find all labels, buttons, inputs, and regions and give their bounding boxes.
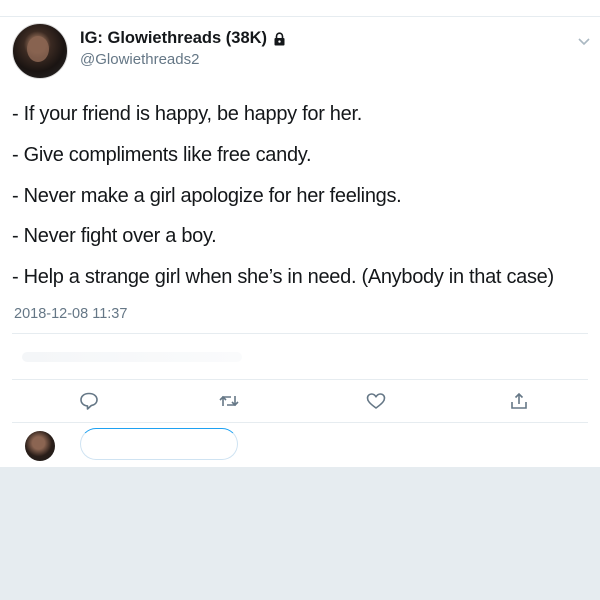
action-bar	[0, 379, 600, 422]
tweet-timestamp[interactable]: 2018-12-08 11:37	[14, 306, 127, 322]
author-display-name[interactable]: IG: Glowiethreads (38K)	[80, 29, 267, 48]
share-icon[interactable]	[508, 391, 530, 411]
author-name-row: IG: Glowiethreads (38K)	[80, 29, 286, 48]
tweet-text: - If your friend is happy, be happy for …	[12, 101, 592, 305]
like-icon[interactable]	[365, 391, 387, 411]
page-background	[0, 467, 600, 600]
reply-composer	[0, 423, 600, 467]
author-avatar[interactable]	[12, 23, 68, 79]
reply-input[interactable]	[80, 428, 238, 460]
author-handle[interactable]: @Glowiethreads2	[80, 51, 199, 68]
tweet-line: - Give compliments like free candy.	[12, 143, 312, 166]
user-avatar	[25, 431, 55, 461]
tweet-card: IG: Glowiethreads (38K) @Glowiethreads2 …	[0, 17, 600, 467]
reply-icon[interactable]	[78, 391, 100, 411]
engagement-stats-row	[12, 334, 588, 379]
tweet-line: - Never make a girl apologize for her fe…	[12, 184, 402, 207]
blurred-stats	[22, 352, 242, 362]
retweet-icon[interactable]	[218, 391, 240, 411]
tweet-line: - If your friend is happy, be happy for …	[12, 103, 362, 125]
tweet-line: - Never fight over a boy.	[12, 225, 217, 248]
lock-icon	[273, 31, 286, 46]
chevron-down-icon[interactable]	[576, 35, 592, 47]
tweet-line: - Help a strange girl when she’s in need…	[12, 266, 554, 289]
